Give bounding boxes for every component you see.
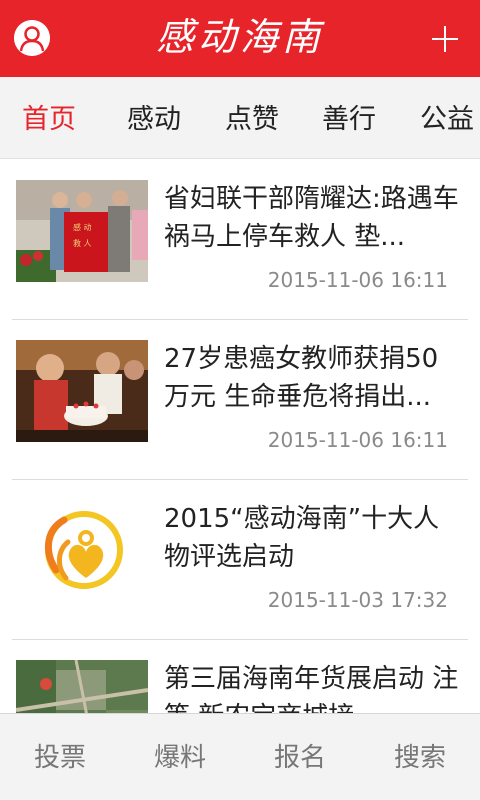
news-list: 感 动 救 人 省妇联干部隋耀达:路遇车祸马上停车救人 垫... 2015-11… [0,160,480,713]
nav-tipoff[interactable]: 爆料 [120,742,240,774]
news-date: 2015-11-06 16:11 [267,268,448,292]
heart-emblem-logo [16,500,148,602]
nav-vote[interactable]: 投票 [0,742,120,774]
news-title: 2015“感动海南”十大人物评选启动 [164,504,440,572]
category-tabs: 首页 感动 点赞 善行 公益 [0,77,480,159]
news-date: 2015-11-06 16:11 [267,428,448,452]
plus-icon[interactable] [432,26,458,52]
news-title: 省妇联干部隋耀达:路遇车祸马上停车救人 垫... [164,184,459,252]
tab-likes[interactable]: 点赞 [225,103,279,137]
news-item[interactable]: 第三届海南年货展启动 注等 新农宝商城接… [0,640,480,713]
tab-touching[interactable]: 感动 [127,103,181,137]
news-title: 第三届海南年货展启动 注等 新农宝商城接… [164,664,459,713]
tab-charity[interactable]: 公益 [420,103,474,137]
nav-register[interactable]: 报名 [240,742,360,774]
app-header: 感动海南 [0,0,480,77]
news-title: 27岁患癌女教师获捐50万元 生命垂危将捐出... [164,344,439,412]
news-thumbnail: 感 动 救 人 [16,180,148,282]
news-item[interactable]: 感 动 救 人 省妇联干部隋耀达:路遇车祸马上停车救人 垫... 2015-11… [0,160,480,320]
news-thumbnail [16,660,148,713]
news-date: 2015-11-03 17:32 [267,588,448,612]
bottom-nav: 投票 爆料 报名 搜索 [0,713,480,800]
tab-good-deeds[interactable]: 善行 [322,103,376,137]
svg-text:感 动: 感 动 [73,222,92,232]
news-thumbnail [16,340,148,442]
svg-text:救 人: 救 人 [73,238,92,248]
tab-home[interactable]: 首页 [22,103,76,137]
news-item[interactable]: 2015“感动海南”十大人物评选启动 2015-11-03 17:32 [0,480,480,640]
news-item[interactable]: 27岁患癌女教师获捐50万元 生命垂危将捐出... 2015-11-06 16:… [0,320,480,480]
app-title: 感动海南 [155,15,324,59]
nav-search[interactable]: 搜索 [360,742,480,774]
